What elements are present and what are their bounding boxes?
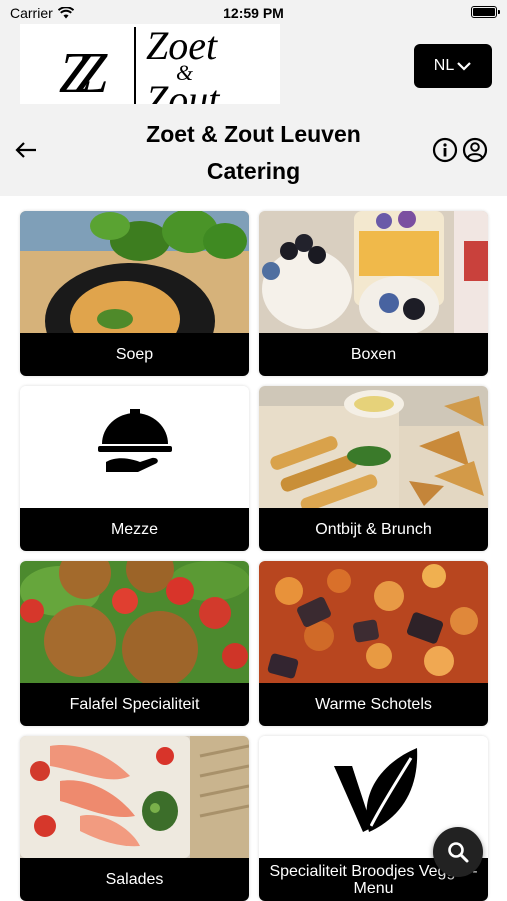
language-label: NL <box>433 57 455 74</box>
category-label: Mezze <box>20 508 249 551</box>
page-title-line1: Zoet & Zout Leuven <box>146 121 361 147</box>
category-card-mezze[interactable]: Mezze <box>20 386 249 551</box>
search-icon <box>448 842 469 863</box>
info-icon[interactable] <box>432 137 458 163</box>
brunch-image <box>259 386 488 508</box>
falafel-image <box>20 561 249 683</box>
status-bar: Carrier 12:59 PM <box>0 0 507 24</box>
category-label: Soep <box>20 333 249 376</box>
soup-image <box>20 211 249 333</box>
warm-dishes-image <box>259 561 488 683</box>
chevron-down-icon <box>457 62 471 71</box>
page-header: Zoet & Zout Leuven Catering <box>0 104 507 196</box>
user-profile-icon[interactable] <box>462 137 488 163</box>
battery-icon <box>471 6 500 18</box>
category-label: Warme Schotels <box>259 683 488 726</box>
page-title-line2: Catering <box>206 158 301 184</box>
category-card-boxen[interactable]: Boxen <box>259 211 488 376</box>
search-button[interactable] <box>433 827 483 877</box>
category-card-ontbijt-brunch[interactable]: Ontbijt & Brunch <box>259 386 488 551</box>
brand-bar: ZZ Zoet & Zout NL <box>0 24 507 122</box>
logo-monogram: ZZ <box>58 40 108 105</box>
category-label: Falafel Specialiteit <box>20 683 249 726</box>
category-card-soep[interactable]: Soep <box>20 211 249 376</box>
category-label: Salades <box>20 858 249 901</box>
page-title: Zoet & Zout Leuven Catering <box>100 116 407 190</box>
category-card-falafel-specialiteit[interactable]: Falafel Specialiteit <box>20 561 249 726</box>
language-selector-button[interactable]: NL <box>414 44 492 88</box>
category-label: Ontbijt & Brunch <box>259 508 488 551</box>
dessert-boxes-image <box>259 211 488 333</box>
salmon-salad-image <box>20 736 249 858</box>
category-grid: Soep Boxen Mezze Ontbijt & Brunch Falafe… <box>20 211 488 901</box>
back-arrow-icon[interactable] <box>12 136 40 164</box>
clock: 12:59 PM <box>223 5 284 21</box>
category-label: Boxen <box>259 333 488 376</box>
category-card-salades[interactable]: Salades <box>20 736 249 901</box>
serving-cloche-icon <box>20 386 249 508</box>
category-card-warme-schotels[interactable]: Warme Schotels <box>259 561 488 726</box>
